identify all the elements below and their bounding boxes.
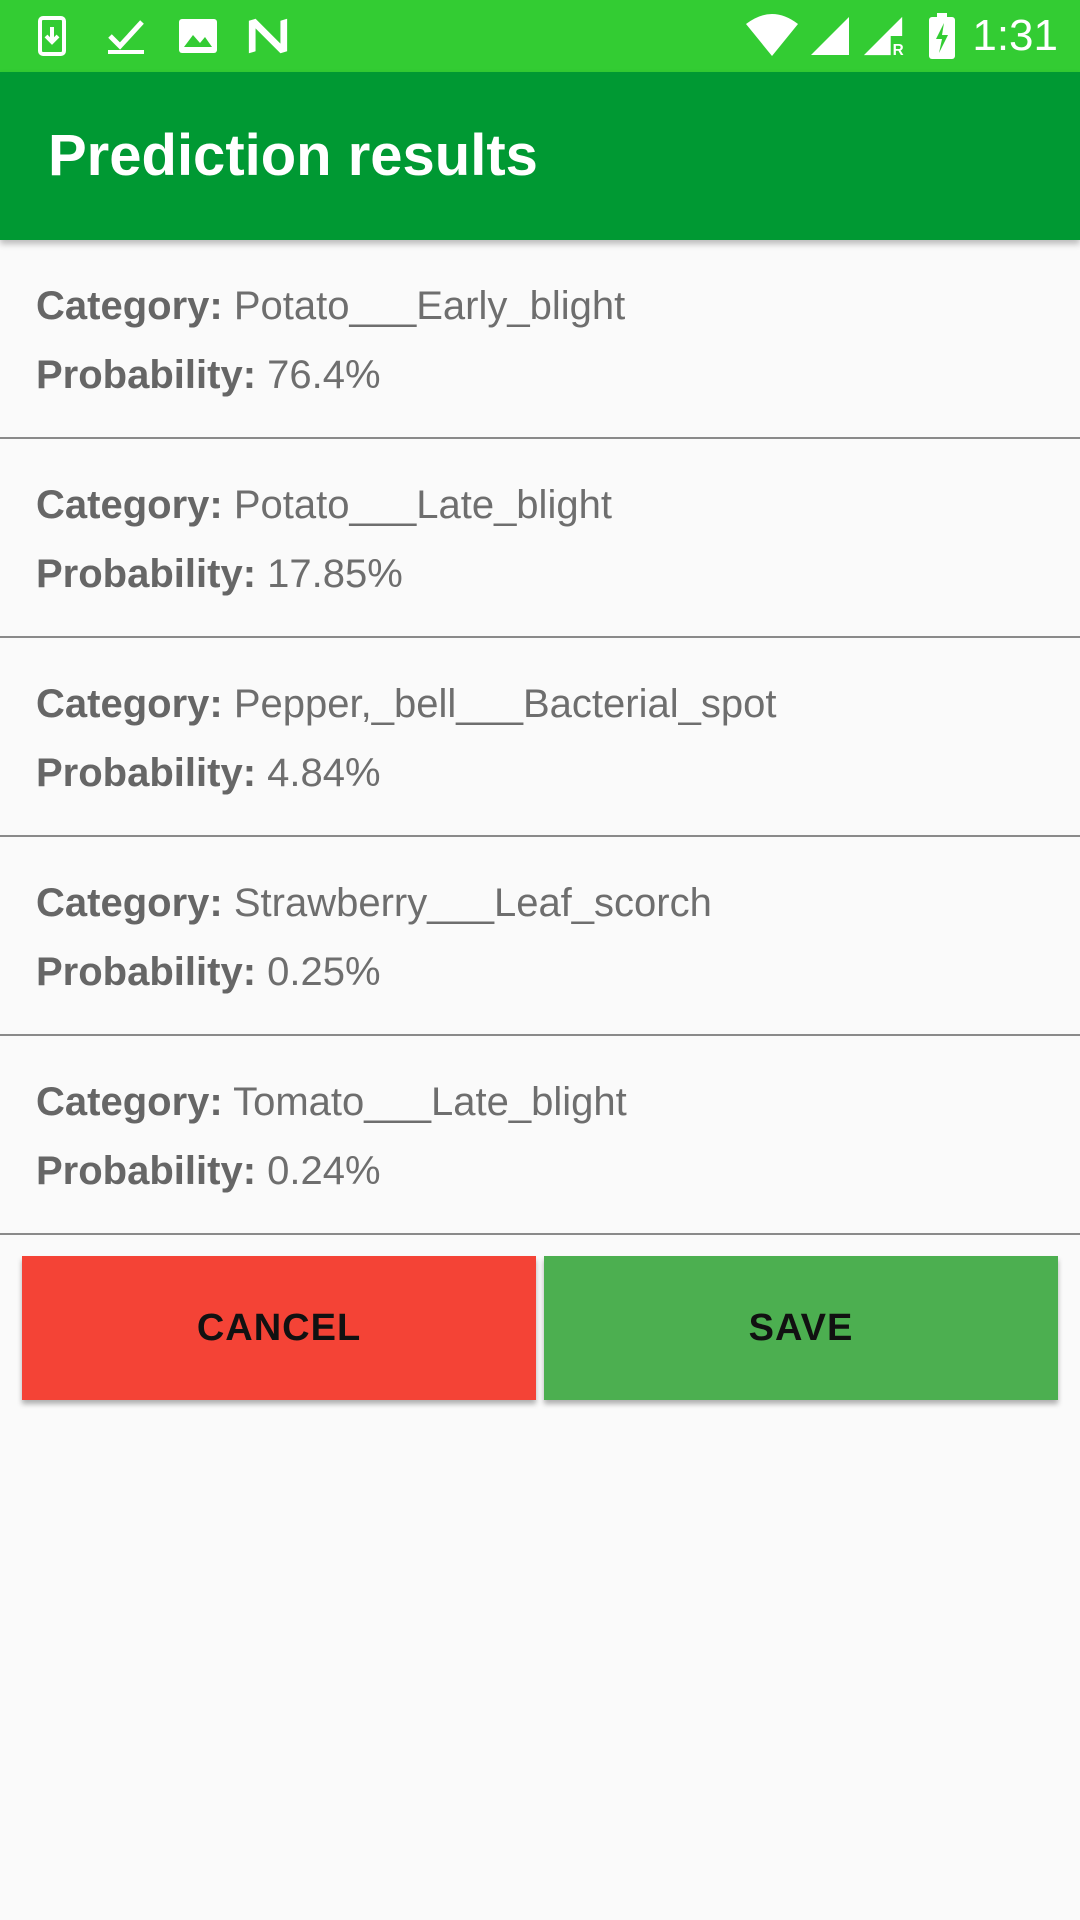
n-logo-icon	[246, 14, 290, 58]
probability-label: Probability:	[36, 950, 257, 994]
category-value: Potato___Late_blight	[233, 483, 612, 527]
category-value: Pepper,_bell___Bacterial_spot	[233, 682, 777, 726]
category-value: Potato___Early_blight	[233, 284, 626, 328]
category-label: Category:	[36, 284, 223, 328]
list-item: Category: Strawberry___Leaf_scorch Proba…	[0, 837, 1080, 1036]
category-label: Category:	[36, 483, 223, 527]
category-line: Category: Strawberry___Leaf_scorch	[36, 879, 712, 927]
probability-line: Probability: 4.84%	[36, 749, 381, 797]
category-label: Category:	[36, 1080, 223, 1124]
probability-value: 0.25%	[267, 950, 381, 994]
save-button[interactable]: SAVE	[544, 1256, 1058, 1400]
image-icon	[176, 14, 220, 58]
probability-line: Probability: 0.25%	[36, 948, 381, 996]
app-bar: Prediction results	[0, 72, 1080, 240]
download-icon	[30, 14, 74, 58]
list-item: Category: Potato___Early_blight Probabil…	[0, 240, 1080, 439]
probability-value: 0.24%	[267, 1149, 381, 1193]
probability-label: Probability:	[36, 353, 257, 397]
probability-value: 17.85%	[267, 552, 403, 596]
category-line: Category: Tomato___Late_blight	[36, 1078, 627, 1126]
category-label: Category:	[36, 881, 223, 925]
category-line: Category: Potato___Late_blight	[36, 481, 612, 529]
page-title: Prediction results	[48, 123, 538, 188]
category-value: Strawberry___Leaf_scorch	[233, 881, 712, 925]
status-bar: R 1:31	[0, 0, 1080, 72]
cancel-button[interactable]: CANCEL	[22, 1256, 536, 1400]
probability-line: Probability: 76.4%	[36, 351, 381, 399]
results-list: Category: Potato___Early_blight Probabil…	[0, 240, 1080, 1235]
probability-value: 4.84%	[267, 751, 381, 795]
battery-charging-icon	[922, 13, 962, 59]
probability-label: Probability:	[36, 1149, 257, 1193]
list-item: Category: Pepper,_bell___Bacterial_spot …	[0, 638, 1080, 837]
category-line: Category: Potato___Early_blight	[36, 282, 625, 330]
category-line: Category: Pepper,_bell___Bacterial_spot	[36, 680, 776, 728]
list-item: Category: Potato___Late_blight Probabili…	[0, 439, 1080, 638]
probability-value: 76.4%	[267, 353, 381, 397]
probability-line: Probability: 0.24%	[36, 1147, 381, 1195]
cell-signal-icon	[808, 14, 852, 58]
category-label: Category:	[36, 682, 223, 726]
status-time: 1:31	[972, 11, 1058, 60]
action-buttons: CANCEL SAVE	[0, 1256, 1080, 1400]
probability-line: Probability: 17.85%	[36, 550, 403, 598]
svg-text:R: R	[893, 42, 904, 58]
wifi-icon	[744, 14, 800, 58]
probability-label: Probability:	[36, 552, 257, 596]
checkmark-icon	[104, 14, 148, 58]
list-item: Category: Tomato___Late_blight Probabili…	[0, 1036, 1080, 1235]
category-value: Tomato___Late_blight	[233, 1080, 627, 1124]
probability-label: Probability:	[36, 751, 257, 795]
cell-signal-roaming-icon: R	[862, 14, 906, 58]
